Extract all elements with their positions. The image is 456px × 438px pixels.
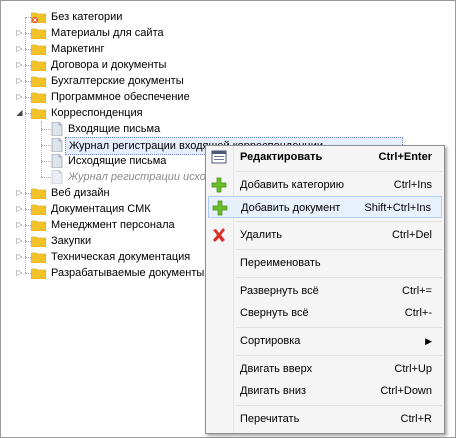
folder-icon	[31, 108, 46, 119]
expand-arrow-icon[interactable]: ▷	[15, 217, 24, 233]
document-icon	[51, 170, 63, 184]
menu-item-shortcut: Ctrl+-	[404, 307, 432, 319]
menu-item-label: Переименовать	[240, 257, 321, 269]
menu-separator	[236, 327, 442, 328]
folder-icon	[31, 252, 46, 263]
collapse-arrow-icon[interactable]: ◢	[15, 105, 24, 121]
edit-icon	[211, 149, 227, 165]
tree-item-marketing[interactable]: ▷ Маркетинг	[1, 41, 455, 57]
menu-item-label: Двигать вверх	[240, 363, 313, 375]
tree-item-accounting[interactable]: ▷ Бухгалтерские документы	[1, 73, 455, 89]
tree-item-label: Материалы для сайта	[51, 27, 164, 39]
expand-arrow-icon[interactable]: ▷	[15, 73, 24, 89]
tree-item-label: Исходящие письма	[68, 155, 167, 167]
menu-item-label: Сортировка	[240, 335, 301, 347]
tree-item-label: Закупки	[51, 235, 92, 247]
folder-icon	[31, 268, 46, 279]
expand-arrow-icon[interactable]: ▷	[15, 233, 24, 249]
menu-item-edit[interactable]: Редактировать Ctrl+Enter	[208, 146, 442, 168]
submenu-arrow-icon: ▶	[425, 336, 432, 346]
tree-item-label: Входящие письма	[68, 123, 161, 135]
expand-arrow-icon[interactable]: ▷	[15, 41, 24, 57]
tree-item-label: Разрабатываемые документы	[51, 267, 205, 279]
menu-item-shortcut: Ctrl+Ins	[393, 179, 432, 191]
menu-separator	[236, 171, 442, 172]
menu-separator	[236, 277, 442, 278]
menu-item-reload[interactable]: Перечитать Ctrl+R	[208, 408, 442, 430]
delete-x-icon	[211, 227, 227, 243]
folder-icon	[31, 92, 46, 103]
expand-arrow-icon[interactable]: ▷	[15, 249, 24, 265]
tree-item-label: Договора и документы	[51, 59, 167, 71]
menu-item-shortcut: Shift+Ctrl+Ins	[364, 202, 431, 214]
tree-item-label: Корреспонденция	[51, 107, 143, 119]
folder-icon	[31, 76, 46, 87]
tree-item-label: Журнал регистрации исходящей корреспонде…	[68, 171, 208, 183]
menu-item-label: Перечитать	[240, 413, 300, 425]
expand-arrow-icon[interactable]: ▷	[15, 201, 24, 217]
tree-item-incoming-letters[interactable]: Входящие письма	[1, 121, 455, 137]
menu-item-shortcut: Ctrl+=	[402, 285, 432, 297]
context-menu: Редактировать Ctrl+Enter Добавить катего…	[205, 145, 445, 434]
tree-item-label: Маркетинг	[51, 43, 105, 55]
menu-item-move-up[interactable]: Двигать вверх Ctrl+Up	[208, 358, 442, 380]
menu-separator	[236, 221, 442, 222]
menu-item-move-down[interactable]: Двигать вниз Ctrl+Down	[208, 380, 442, 402]
menu-item-collapse-all[interactable]: Свернуть всё Ctrl+-	[208, 302, 442, 324]
plus-icon	[212, 200, 228, 216]
menu-item-add-category[interactable]: Добавить категорию Ctrl+Ins	[208, 174, 442, 196]
menu-separator	[236, 405, 442, 406]
menu-separator	[236, 249, 442, 250]
tree-item-label: Менеджмент персонала	[51, 219, 175, 231]
tree-item-site-materials[interactable]: ▷ Материалы для сайта	[1, 25, 455, 41]
expand-arrow-icon[interactable]: ▷	[15, 185, 24, 201]
tree-item-software[interactable]: ▷ Программное обеспечение	[1, 89, 455, 105]
menu-item-shortcut: Ctrl+Down	[380, 385, 432, 397]
menu-item-shortcut: Ctrl+Up	[394, 363, 432, 375]
menu-item-label: Удалить	[240, 229, 282, 241]
tree-item-label: Техническая документация	[51, 251, 191, 263]
tree-item-no-category[interactable]: Без категории	[1, 9, 455, 25]
tree-item-label: Веб дизайн	[51, 187, 110, 199]
tree-item-label: Документация СМК	[51, 203, 151, 215]
expand-arrow-icon[interactable]: ▷	[15, 57, 24, 73]
folder-icon	[31, 220, 46, 231]
tree-item-label: Бухгалтерские документы	[51, 75, 184, 87]
tree-item-contracts[interactable]: ▷ Договора и документы	[1, 57, 455, 73]
menu-item-label: Свернуть всё	[240, 307, 309, 319]
menu-item-shortcut: Ctrl+R	[400, 413, 432, 425]
folder-no-category-icon	[31, 12, 46, 23]
menu-item-label: Двигать вниз	[240, 385, 307, 397]
document-icon	[51, 154, 63, 168]
document-icon	[51, 138, 63, 152]
expand-arrow-icon[interactable]: ▷	[15, 265, 24, 281]
menu-item-label: Редактировать	[240, 151, 323, 163]
menu-item-rename[interactable]: Переименовать	[208, 252, 442, 274]
folder-icon	[31, 60, 46, 71]
menu-item-add-document[interactable]: Добавить документ Shift+Ctrl+Ins	[208, 196, 442, 218]
menu-item-delete[interactable]: Удалить Ctrl+Del	[208, 224, 442, 246]
menu-item-label: Добавить документ	[241, 202, 341, 214]
expand-arrow-icon[interactable]: ▷	[15, 25, 24, 41]
menu-item-expand-all[interactable]: Развернуть всё Ctrl+=	[208, 280, 442, 302]
menu-item-sorting[interactable]: Сортировка ▶	[208, 330, 442, 352]
document-icon	[51, 122, 63, 136]
folder-icon	[31, 236, 46, 247]
tree-item-label: Программное обеспечение	[51, 91, 190, 103]
tree-item-correspondence[interactable]: ◢ Корреспонденция	[1, 105, 455, 121]
folder-icon	[31, 188, 46, 199]
menu-item-label: Добавить категорию	[240, 179, 345, 191]
menu-separator	[236, 355, 442, 356]
folder-icon	[31, 204, 46, 215]
plus-icon	[211, 177, 227, 193]
menu-item-shortcut: Ctrl+Enter	[378, 151, 433, 163]
menu-item-label: Развернуть всё	[240, 285, 319, 297]
menu-item-shortcut: Ctrl+Del	[391, 229, 432, 241]
tree-item-label: Без категории	[51, 11, 123, 23]
folder-icon	[31, 28, 46, 39]
expand-arrow-icon[interactable]: ▷	[15, 89, 24, 105]
folder-icon	[31, 44, 46, 55]
